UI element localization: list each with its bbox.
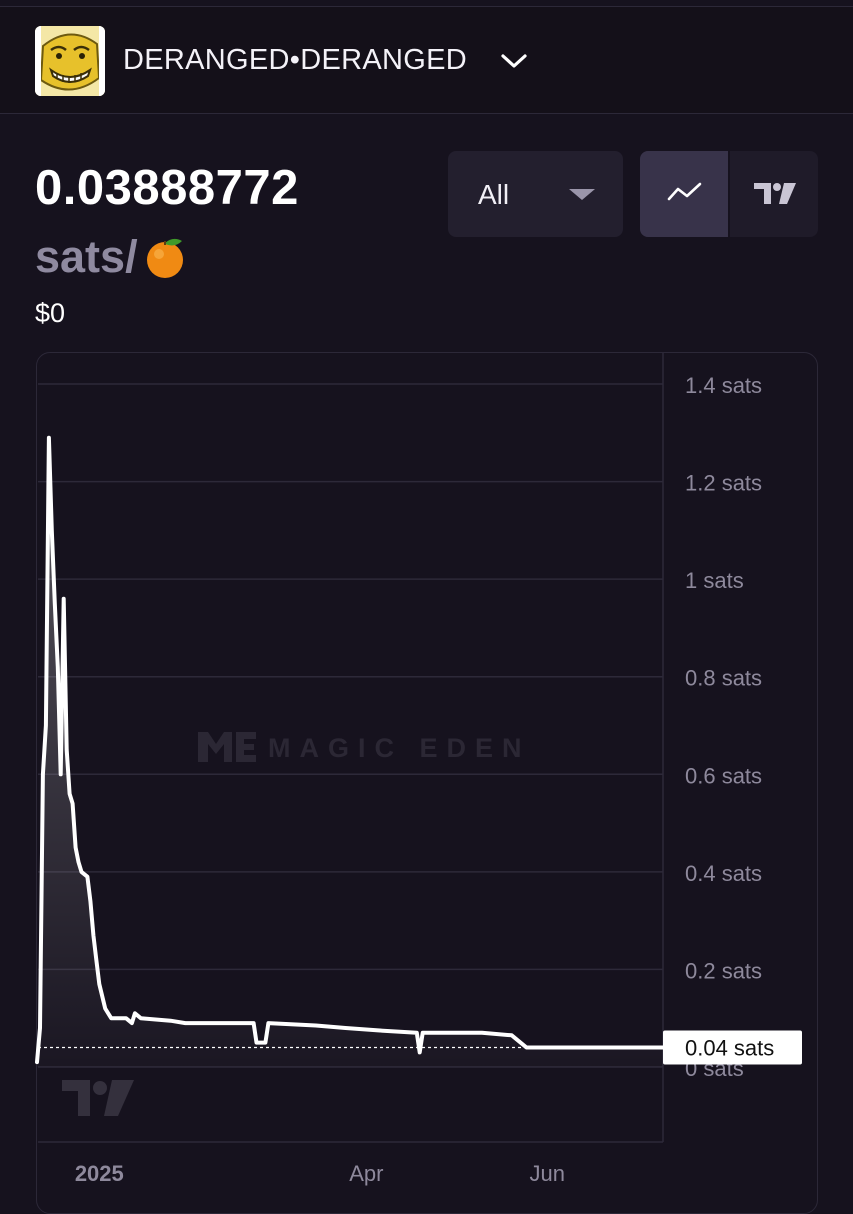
y-tick-label: 1.2 sats <box>685 471 762 496</box>
y-tick-label: 1.4 sats <box>685 373 762 398</box>
x-tick-label: 2025 <box>75 1161 124 1186</box>
y-tick-label: 0.8 sats <box>685 666 762 691</box>
current-price-label: 0.04 sats <box>685 1035 774 1060</box>
y-tick-label: 0.4 sats <box>685 861 762 886</box>
y-tick-label: 1 sats <box>685 568 744 593</box>
x-tick-label: Apr <box>349 1161 383 1186</box>
x-tick-label: Jun <box>530 1161 565 1186</box>
magic-eden-logo-icon <box>198 732 256 762</box>
price-chart[interactable]: 1.4 sats 1.2 sats 1 sats 0.8 sats 0.6 sats 0.… <box>0 0 853 1199</box>
magic-eden-watermark: MAGIC EDEN <box>268 733 531 763</box>
y-tick-label: 0.6 sats <box>685 763 762 788</box>
tradingview-logo-icon[interactable] <box>60 1076 136 1122</box>
y-tick-label: 0.2 sats <box>685 958 762 983</box>
